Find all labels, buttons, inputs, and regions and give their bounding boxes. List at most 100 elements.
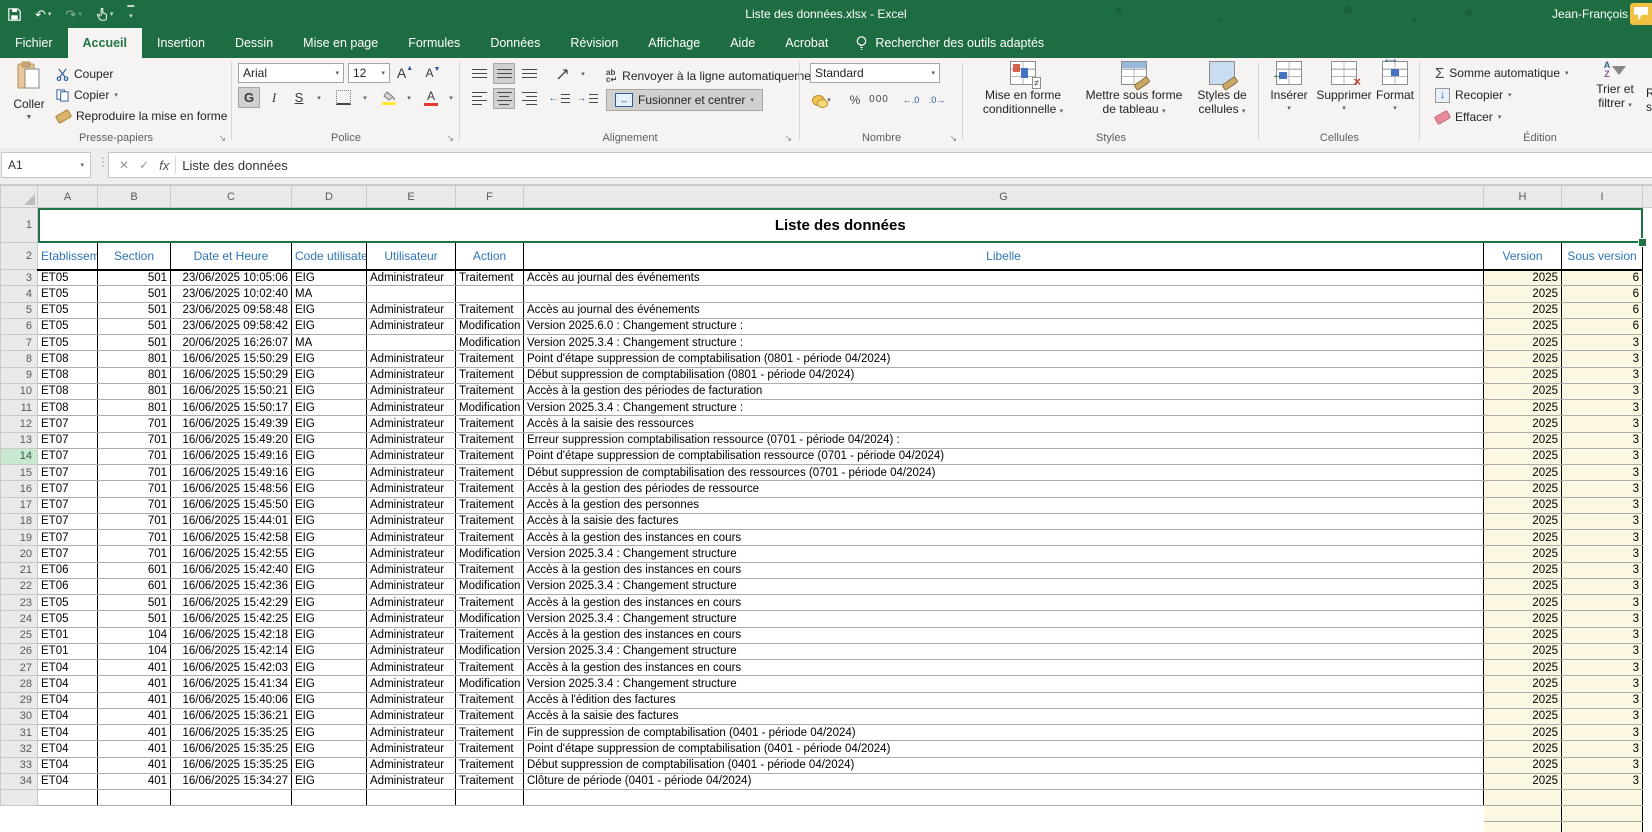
cell-A28[interactable]: ET04 xyxy=(38,676,98,692)
cell-D11[interactable]: EIG xyxy=(292,400,367,416)
cell-B26[interactable]: 104 xyxy=(98,643,171,659)
row-header-8[interactable]: 8 xyxy=(1,351,38,367)
cell-C16[interactable]: 16/06/2025 15:48:56 xyxy=(171,481,292,497)
comma-style-icon[interactable]: 000 xyxy=(868,89,890,110)
header-H2[interactable]: Version xyxy=(1484,243,1562,270)
cell-H10[interactable]: 2025 xyxy=(1484,383,1562,399)
cell-F18[interactable]: Traitement xyxy=(456,513,524,529)
cell-H7[interactable]: 2025 xyxy=(1484,335,1562,351)
cell-C22[interactable]: 16/06/2025 15:42:36 xyxy=(171,578,292,594)
cell-H5[interactable]: 2025 xyxy=(1484,302,1562,318)
cell-A10[interactable]: ET08 xyxy=(38,383,98,399)
enter-icon[interactable]: ✓ xyxy=(139,158,149,172)
name-box[interactable]: A1 ▾ xyxy=(1,152,91,178)
cell-D22[interactable]: EIG xyxy=(292,578,367,594)
cell-A31[interactable]: ET04 xyxy=(38,725,98,741)
cell-E9[interactable]: Administrateur xyxy=(367,367,456,383)
cell-E33[interactable]: Administrateur xyxy=(367,757,456,773)
row-header-13[interactable]: 13 xyxy=(1,432,38,448)
underline-chevron[interactable]: ▾ xyxy=(308,87,330,108)
cell-E3[interactable]: Administrateur xyxy=(367,270,456,286)
cell-H20[interactable]: 2025 xyxy=(1484,546,1562,562)
autosum-button[interactable]: Σ Somme automatique ▾ xyxy=(1435,63,1569,83)
decrease-font-icon[interactable]: A▼ xyxy=(422,62,444,83)
cell-H28[interactable]: 2025 xyxy=(1484,676,1562,692)
cell-F32[interactable]: Traitement xyxy=(456,741,524,757)
tab-insertion[interactable]: Insertion xyxy=(142,28,220,58)
cell-G19[interactable]: Accès à la gestion des instances en cour… xyxy=(524,530,1484,546)
cell-F9[interactable]: Traitement xyxy=(456,367,524,383)
cell-H15[interactable]: 2025 xyxy=(1484,465,1562,481)
cell-I34[interactable]: 3 xyxy=(1562,773,1643,789)
cell-C29[interactable]: 16/06/2025 15:40:06 xyxy=(171,692,292,708)
row-header-31[interactable]: 31 xyxy=(1,725,38,741)
cell-I27[interactable]: 3 xyxy=(1562,660,1643,676)
row-header-empty[interactable] xyxy=(1,790,38,806)
cell-I29[interactable]: 3 xyxy=(1562,692,1643,708)
cell-E22[interactable]: Administrateur xyxy=(367,578,456,594)
cell-F31[interactable]: Traitement xyxy=(456,725,524,741)
cell-E25[interactable]: Administrateur xyxy=(367,627,456,643)
cell-empty[interactable] xyxy=(1484,790,1562,806)
cell-B10[interactable]: 801 xyxy=(98,383,171,399)
cell-H30[interactable]: 2025 xyxy=(1484,708,1562,724)
cell-F17[interactable]: Traitement xyxy=(456,497,524,513)
cell-A8[interactable]: ET08 xyxy=(38,351,98,367)
cancel-icon[interactable]: ✕ xyxy=(119,158,129,172)
cell-G18[interactable]: Accès à la saisie des factures xyxy=(524,513,1484,529)
cell-B30[interactable]: 401 xyxy=(98,708,171,724)
row-header-29[interactable]: 29 xyxy=(1,692,38,708)
cell-E32[interactable]: Administrateur xyxy=(367,741,456,757)
column-header-B[interactable]: B xyxy=(98,186,171,208)
cell-F11[interactable]: Modification xyxy=(456,400,524,416)
row-header-2[interactable]: 2 xyxy=(1,243,38,270)
cell-F24[interactable]: Modification xyxy=(456,611,524,627)
cell-H21[interactable]: 2025 xyxy=(1484,562,1562,578)
tab-fichier[interactable]: Fichier xyxy=(0,28,68,58)
cell-D34[interactable]: EIG xyxy=(292,773,367,789)
insert-function-icon[interactable]: fx xyxy=(159,158,169,173)
tab-formules[interactable]: Formules xyxy=(393,28,475,58)
align-top-icon[interactable] xyxy=(468,63,490,84)
cell-G27[interactable]: Accès à la gestion des instances en cour… xyxy=(524,660,1484,676)
cell-E10[interactable]: Administrateur xyxy=(367,383,456,399)
cell-F27[interactable]: Traitement xyxy=(456,660,524,676)
cell-C14[interactable]: 16/06/2025 15:49:16 xyxy=(171,448,292,464)
cell-D21[interactable]: EIG xyxy=(292,562,367,578)
fill-button[interactable]: ↓ Recopier ▾ xyxy=(1435,85,1512,105)
cell-I18[interactable]: 3 xyxy=(1562,513,1643,529)
cell-G23[interactable]: Accès à la gestion des instances en cour… xyxy=(524,595,1484,611)
cell-G32[interactable]: Point d'étape suppression de comptabilis… xyxy=(524,741,1484,757)
cell-A27[interactable]: ET04 xyxy=(38,660,98,676)
cell-F33[interactable]: Traitement xyxy=(456,757,524,773)
cell-I31[interactable]: 3 xyxy=(1562,725,1643,741)
dialog-launcher-icon[interactable]: ↘ xyxy=(446,134,454,143)
cell-E30[interactable]: Administrateur xyxy=(367,708,456,724)
row-header-33[interactable]: 33 xyxy=(1,757,38,773)
cell-A33[interactable]: ET04 xyxy=(38,757,98,773)
increase-font-icon[interactable]: A▲ xyxy=(394,62,416,83)
orientation-icon[interactable] xyxy=(552,63,574,84)
column-header-D[interactable]: D xyxy=(292,186,367,208)
cell-B13[interactable]: 701 xyxy=(98,432,171,448)
cell-C3[interactable]: 23/06/2025 10:05:06 xyxy=(171,270,292,286)
cell-B12[interactable]: 701 xyxy=(98,416,171,432)
cell-G10[interactable]: Accès à la gestion des périodes de factu… xyxy=(524,383,1484,399)
cell-H33[interactable]: 2025 xyxy=(1484,757,1562,773)
cell-B28[interactable]: 401 xyxy=(98,676,171,692)
cell-C25[interactable]: 16/06/2025 15:42:18 xyxy=(171,627,292,643)
cell-A19[interactable]: ET07 xyxy=(38,530,98,546)
cell-C13[interactable]: 16/06/2025 15:49:20 xyxy=(171,432,292,448)
cell-I33[interactable]: 3 xyxy=(1562,757,1643,773)
percent-style-icon[interactable]: % xyxy=(844,89,866,110)
cell-B6[interactable]: 501 xyxy=(98,318,171,334)
cell-empty[interactable] xyxy=(524,790,1484,806)
cell-empty[interactable] xyxy=(367,790,456,806)
dialog-launcher-icon[interactable]: ↘ xyxy=(949,134,957,143)
tab-aide[interactable]: Aide xyxy=(715,28,770,58)
cell-I13[interactable]: 3 xyxy=(1562,432,1643,448)
cell-H26[interactable]: 2025 xyxy=(1484,643,1562,659)
cell-C4[interactable]: 23/06/2025 10:02:40 xyxy=(171,286,292,302)
cell-H9[interactable]: 2025 xyxy=(1484,367,1562,383)
cell-D24[interactable]: EIG xyxy=(292,611,367,627)
